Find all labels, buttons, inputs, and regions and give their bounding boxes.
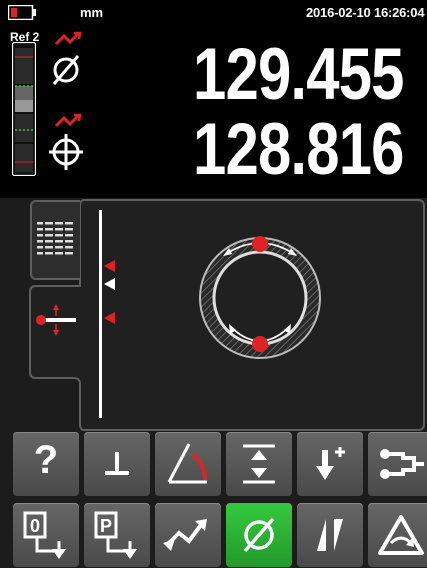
list-view-icon [37, 222, 73, 255]
lower-limit-marker [104, 312, 115, 324]
upper-limit-marker [104, 260, 115, 272]
curve-arrows-icon [163, 519, 207, 551]
probe-button[interactable] [368, 432, 427, 496]
svg-text:0: 0 [30, 516, 40, 536]
position-crosshair-icon [49, 113, 83, 170]
zero-button[interactable]: 0 [13, 503, 79, 567]
diameter-symbol [52, 31, 82, 85]
probe-direction-icon [36, 304, 76, 336]
rotate-triangle-icon [378, 515, 424, 555]
app-window: mm 2016-02-10 16:26:04 Ref 2 129.455 128… [0, 0, 427, 568]
triangle-rotate-button[interactable] [368, 503, 427, 567]
distance-button[interactable] [226, 432, 292, 496]
current-position-marker [104, 278, 115, 290]
primary-value: 129.455 [193, 34, 404, 115]
preset-button[interactable]: P [84, 503, 150, 567]
diameter-button[interactable] [226, 503, 292, 567]
arrow-down-plus-icon [316, 447, 345, 480]
help-button[interactable]: ? [13, 432, 79, 496]
deviation-gauge [12, 42, 36, 176]
scale-line [99, 210, 102, 418]
bore-diagram [199, 236, 321, 359]
angle-icon [167, 443, 207, 484]
list-view-tab[interactable] [30, 200, 80, 280]
unit-label: mm [80, 5, 104, 20]
taper-icon [317, 519, 343, 551]
battery-low-icon [8, 5, 36, 20]
zero-reference-icon: 0 [23, 511, 66, 559]
secondary-value: 128.816 [193, 109, 404, 190]
taper-button[interactable] [297, 503, 363, 567]
perpendicular-icon [105, 452, 129, 475]
diameter-icon [243, 517, 275, 553]
angle-button[interactable] [155, 432, 221, 496]
status-bar: mm 2016-02-10 16:26:04 [0, 0, 427, 26]
step-down-button[interactable] [297, 432, 363, 496]
probe-icon [380, 449, 424, 479]
question-mark-icon: ? [33, 438, 59, 482]
preset-reference-icon: P [94, 511, 137, 559]
distance-icon [243, 444, 275, 484]
datetime-label: 2016-02-10 16:26:04 [306, 5, 425, 20]
perpendicular-button[interactable] [84, 432, 150, 496]
curve-button[interactable] [155, 503, 221, 567]
probe-settings-tab[interactable] [30, 288, 84, 372]
svg-text:P: P [100, 516, 112, 536]
trend-arrow-icon [54, 32, 80, 46]
